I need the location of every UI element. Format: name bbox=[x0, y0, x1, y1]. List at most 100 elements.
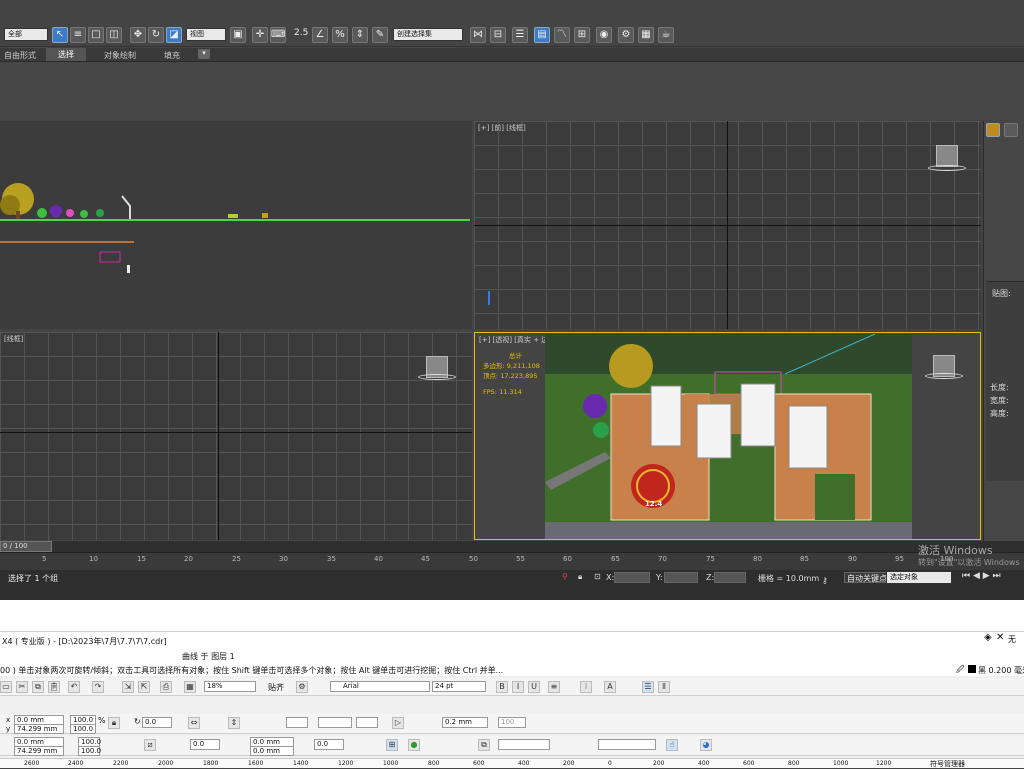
redo-icon[interactable]: ↷ bbox=[92, 681, 104, 693]
convert-icon[interactable]: ▷ bbox=[392, 717, 404, 729]
viewport-left[interactable] bbox=[0, 121, 472, 329]
outline-width-field[interactable]: 0.2 mm bbox=[442, 717, 488, 728]
select-by-name-icon[interactable]: ≡ bbox=[70, 27, 86, 43]
viewport-side[interactable]: [线框] bbox=[0, 332, 472, 540]
viewport-side-label[interactable]: [线框] bbox=[4, 334, 23, 344]
tab-populate[interactable]: 填充 bbox=[164, 50, 180, 61]
tab-freeform[interactable]: 自由形式 bbox=[4, 50, 36, 61]
lock-icon[interactable]: 🔒︎ bbox=[578, 572, 582, 582]
options-icon[interactable]: ⚙ bbox=[296, 681, 308, 693]
align-icon[interactable]: ⊟ bbox=[490, 27, 506, 43]
publish-pdf-icon[interactable]: ⎙ bbox=[160, 681, 172, 693]
line-start-dropdown[interactable] bbox=[286, 717, 308, 728]
scene-explorer-icon[interactable]: ▤ bbox=[534, 27, 550, 43]
viewcube-icon[interactable] bbox=[936, 145, 958, 167]
import-icon[interactable]: ⇲ bbox=[122, 681, 134, 693]
line-style-dropdown[interactable] bbox=[318, 717, 352, 728]
autokey-button[interactable]: 自动关键点 bbox=[844, 572, 890, 583]
bullet-icon[interactable]: ⁝ bbox=[580, 681, 592, 693]
style-dropdown[interactable] bbox=[498, 739, 550, 750]
pivot-icon[interactable]: ▣ bbox=[230, 27, 246, 43]
snap-toggle[interactable]: 2.5 bbox=[294, 28, 308, 38]
underline-icon[interactable]: U bbox=[528, 681, 540, 693]
copy-icon[interactable]: ⧉ bbox=[32, 681, 44, 693]
move-icon[interactable]: ✥ bbox=[130, 27, 146, 43]
application-launcher-icon[interactable]: ▦ bbox=[184, 681, 196, 693]
filter-dropdown[interactable]: 全部 bbox=[4, 28, 48, 41]
transform-mode-icon[interactable]: ⊡ bbox=[594, 572, 601, 581]
edit-node-icon[interactable]: ⊞ bbox=[386, 739, 398, 751]
angle-field[interactable]: 0.0 bbox=[190, 739, 220, 750]
skew-icon[interactable]: ⧄ bbox=[144, 739, 156, 751]
mirror-icon[interactable]: ⋈ bbox=[470, 27, 486, 43]
mirror-h-icon[interactable]: ⇔ bbox=[188, 717, 200, 729]
horizontal-text-icon[interactable]: ☰ bbox=[642, 681, 654, 693]
viewport-perspective[interactable]: [+] [透视] [真实 + 边面] 总计 多边形: 9,211,108 顶点:… bbox=[474, 332, 981, 540]
edit-named-sets-icon[interactable]: ✎ bbox=[372, 27, 388, 43]
opacity-field[interactable]: 100 bbox=[498, 717, 526, 728]
z-coord-field[interactable] bbox=[714, 572, 746, 583]
copy-properties-icon[interactable]: ⧉ bbox=[478, 739, 490, 751]
scale-y-field[interactable]: 100.0 bbox=[70, 724, 96, 734]
viewport-front-label[interactable]: [+] [前] [线框] bbox=[478, 123, 526, 133]
fill-icon[interactable]: ◈ bbox=[984, 632, 992, 643]
offset-y-field[interactable]: 0.0 mm bbox=[250, 746, 294, 756]
lock-ratio-icon[interactable]: 🔒︎ bbox=[108, 717, 120, 729]
material-editor-icon[interactable]: ◉ bbox=[596, 27, 612, 43]
keyboard-shortcut-icon[interactable]: ⌨ bbox=[270, 27, 286, 43]
add-node-icon[interactable]: ● bbox=[408, 739, 420, 751]
export-icon[interactable]: ⇱ bbox=[138, 681, 150, 693]
selected-dropdown[interactable]: 选定对象 bbox=[886, 571, 952, 584]
x-coord-field[interactable] bbox=[614, 572, 650, 583]
key-icon[interactable]: ⚷ bbox=[822, 576, 828, 585]
angle-3-field[interactable]: 0.0 bbox=[314, 739, 344, 750]
undo-icon[interactable]: ↶ bbox=[68, 681, 80, 693]
spinner-snap-icon[interactable]: ⇕ bbox=[352, 27, 368, 43]
line-end-dropdown[interactable] bbox=[356, 717, 378, 728]
new-icon[interactable]: ▭ bbox=[0, 681, 12, 693]
playback-controls[interactable]: ⏮ ◀ ▶ ⏭ bbox=[962, 571, 1001, 581]
rotation-field[interactable]: 0.0 bbox=[142, 717, 172, 728]
y-coord-field[interactable] bbox=[664, 572, 698, 583]
align-text-icon[interactable]: ≡ bbox=[548, 681, 560, 693]
tab-object-paint[interactable]: 对象绘制 bbox=[104, 50, 136, 61]
preset-dropdown[interactable] bbox=[598, 739, 656, 750]
height-field[interactable]: 74.299 mm bbox=[14, 746, 64, 756]
tab-selection[interactable]: 选择 bbox=[46, 48, 86, 61]
y-position-field[interactable]: 74.299 mm bbox=[14, 724, 64, 734]
rotate-icon[interactable]: ↻ bbox=[148, 27, 164, 43]
no-fill-icon[interactable]: ✕ bbox=[996, 632, 1004, 643]
schematic-view-icon[interactable]: ⊞ bbox=[574, 27, 590, 43]
font-size-dropdown[interactable]: 24 pt bbox=[432, 681, 486, 692]
scale-h-field[interactable]: 100.0 bbox=[78, 746, 101, 756]
paste-icon[interactable]: 📋︎ bbox=[48, 681, 60, 693]
named-selection-dropdown[interactable]: 创建选择集 bbox=[393, 28, 463, 41]
snap-to-dropdown[interactable]: 贴齐 bbox=[268, 682, 284, 693]
pick-icon[interactable]: ☝ bbox=[666, 739, 678, 751]
curve-editor-icon[interactable]: 〽 bbox=[554, 27, 570, 43]
window-crossing-icon[interactable]: ◫ bbox=[106, 27, 122, 43]
scale-icon[interactable]: ◪ bbox=[166, 27, 182, 43]
italic-icon[interactable]: I bbox=[512, 681, 524, 693]
isolate-icon[interactable]: ⚲ bbox=[562, 572, 568, 581]
rect-selection-icon[interactable]: □ bbox=[88, 27, 104, 43]
layer-manager-icon[interactable]: ☰ bbox=[512, 27, 528, 43]
render-icon[interactable]: ☕ bbox=[658, 27, 674, 43]
reference-coord-dropdown[interactable]: 视图 bbox=[186, 28, 226, 41]
font-dropdown[interactable]: Arial bbox=[330, 681, 430, 692]
select-manipulate-icon[interactable]: ✛ bbox=[252, 27, 268, 43]
zoom-level-dropdown[interactable]: 18% bbox=[204, 681, 256, 692]
create-panel-icon[interactable] bbox=[986, 123, 1000, 137]
ribbon-toggle-icon[interactable]: ▾ bbox=[198, 49, 210, 59]
angle-snap-icon[interactable]: ∠ bbox=[312, 27, 328, 43]
time-slider-thumb[interactable]: 0 / 100 bbox=[0, 541, 52, 552]
track-bar[interactable]: 5 10 15 20 25 30 35 40 45 50 55 60 65 70… bbox=[0, 552, 1024, 570]
percent-snap-icon[interactable]: % bbox=[332, 27, 348, 43]
shape-icon[interactable]: ◕ bbox=[700, 739, 712, 751]
drop-cap-icon[interactable]: A bbox=[604, 681, 616, 693]
viewport-front[interactable]: [+] [前] [线框] bbox=[474, 121, 981, 329]
render-setup-icon[interactable]: ⚙ bbox=[618, 27, 634, 43]
mirror-v-icon[interactable]: ⇕ bbox=[228, 717, 240, 729]
cut-icon[interactable]: ✂ bbox=[16, 681, 28, 693]
select-object-icon[interactable]: ↖ bbox=[52, 27, 68, 43]
